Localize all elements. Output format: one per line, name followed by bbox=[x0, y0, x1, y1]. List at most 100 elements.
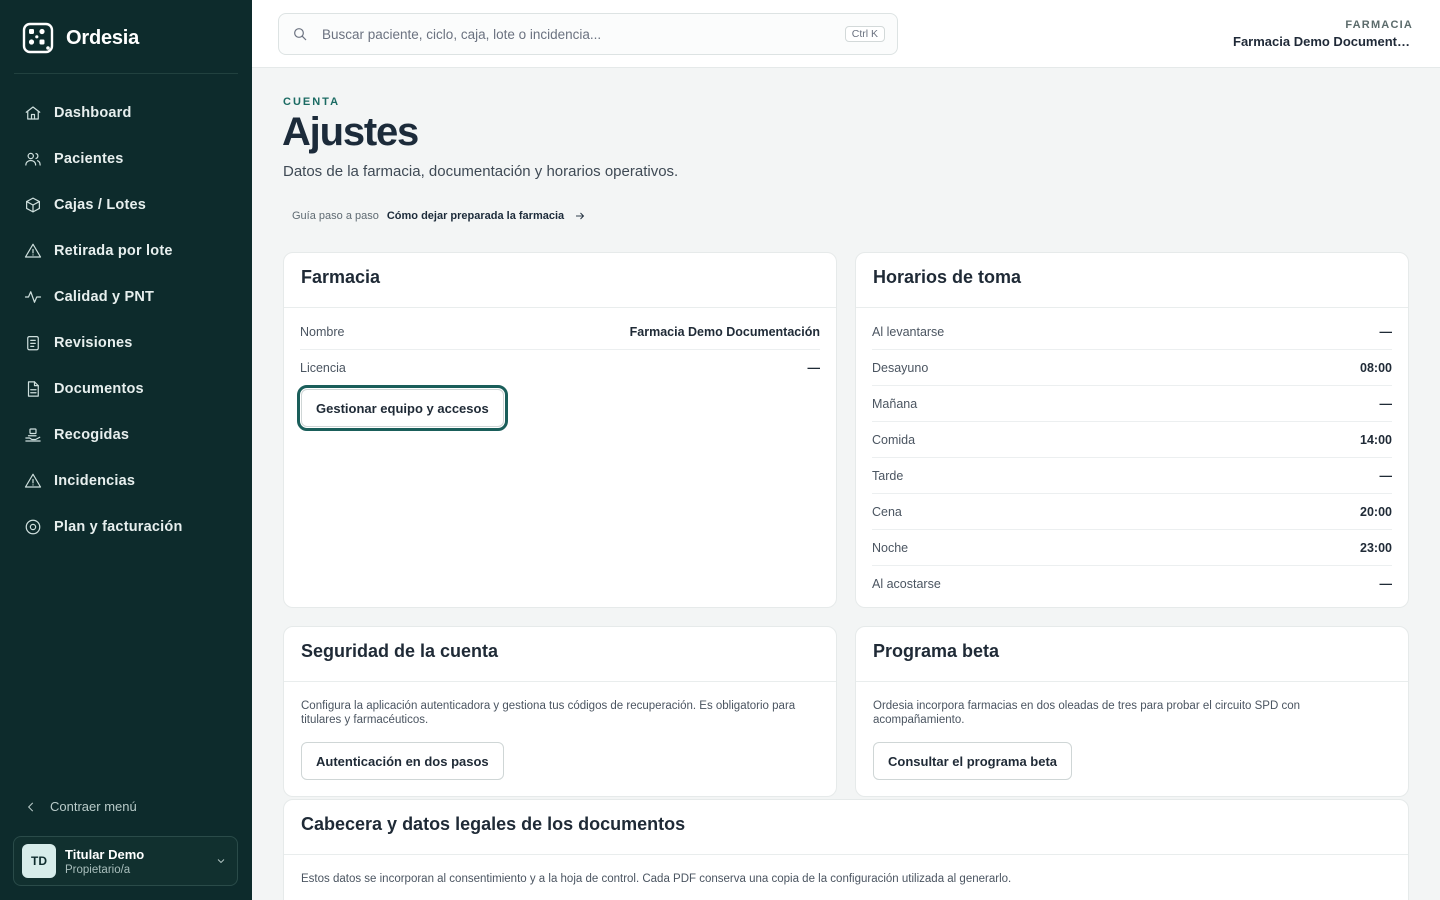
hand-package-icon bbox=[25, 428, 41, 442]
sidebar-item-label: Retirada por lote bbox=[54, 243, 173, 259]
schedule-value: 20:00 bbox=[1360, 504, 1392, 519]
sidebar-item-label: Pacientes bbox=[54, 151, 124, 167]
sidebar-item-label: Revisiones bbox=[54, 335, 133, 351]
schedule-label: Noche bbox=[872, 540, 909, 555]
detail-value: — bbox=[807, 361, 821, 375]
collapse-menu-label: Contraer menú bbox=[50, 799, 137, 814]
tenant-label: FARMACIA bbox=[1345, 19, 1413, 31]
sidebar-item-cajas-lotes[interactable]: Cajas / Lotes bbox=[14, 182, 238, 228]
warning-icon bbox=[24, 243, 42, 258]
card-header: Programa beta bbox=[856, 627, 1408, 682]
sidebar-nav: Dashboard Pacientes Cajas / Lotes Retira… bbox=[14, 90, 238, 550]
schedule-value: 08:00 bbox=[1360, 360, 1392, 375]
schedule-value: — bbox=[1379, 324, 1393, 339]
search-input[interactable]: Buscar paciente, ciclo, caja, lote o inc… bbox=[278, 13, 898, 55]
schedule-label: Al levantarse bbox=[872, 324, 945, 339]
guide-label: Guía paso a paso bbox=[292, 210, 379, 222]
arrow-right-icon[interactable] bbox=[574, 210, 586, 222]
settings-circle-icon bbox=[25, 519, 41, 535]
security-card: Seguridad de la cuenta Configura la apli… bbox=[283, 626, 837, 797]
sidebar-item-pacientes[interactable]: Pacientes bbox=[14, 136, 238, 182]
grid-pill-icon bbox=[22, 22, 54, 54]
farmacia-card: Farmacia Nombre Farmacia Demo Documentac… bbox=[283, 252, 837, 608]
sidebar-item-revisiones[interactable]: Revisiones bbox=[14, 320, 238, 366]
sidebar-item-label: Recogidas bbox=[54, 427, 130, 443]
schedule-row: Noche 23:00 bbox=[872, 530, 1392, 566]
card-header: Cabecera y datos legales de los document… bbox=[284, 800, 1408, 855]
card-header: Horarios de toma bbox=[856, 253, 1408, 308]
topbar: Buscar paciente, ciclo, caja, lote o inc… bbox=[252, 0, 1440, 68]
user-info: Titular Demo Propietario/a bbox=[65, 847, 144, 876]
card-description: Configura la aplicación autenticadora y … bbox=[301, 700, 796, 726]
schedule-row: Cena 20:00 bbox=[872, 494, 1392, 530]
avatar: TD bbox=[22, 844, 56, 878]
security-actions: Autenticación en dos pasos bbox=[284, 727, 836, 780]
tenant-switcher[interactable]: FARMACIA Farmacia Demo Documentación bbox=[1233, 19, 1413, 49]
card-description: Ordesia incorpora farmacias en dos olead… bbox=[873, 700, 1300, 726]
sidebar-item-label: Documentos bbox=[54, 381, 144, 397]
brand-name: Ordesia bbox=[66, 26, 140, 49]
home-icon bbox=[25, 106, 41, 120]
search-shortcut-badge: Ctrl K bbox=[844, 26, 885, 42]
farmacia-details: Nombre Farmacia Demo Documentación Licen… bbox=[284, 308, 836, 386]
tenant-name: Farmacia Demo Documentación bbox=[1233, 34, 1413, 49]
detail-row: Licencia — bbox=[300, 350, 820, 386]
card-description: Estos datos se incorporan al consentimie… bbox=[301, 873, 1012, 885]
user-menu[interactable]: TD Titular Demo Propietario/a bbox=[13, 836, 238, 886]
sidebar-item-documentos[interactable]: Documentos bbox=[14, 366, 238, 412]
sidebar-item-dashboard[interactable]: Dashboard bbox=[14, 90, 238, 136]
sidebar-item-plan-facturacion[interactable]: Plan y facturación bbox=[14, 504, 238, 550]
document-icon bbox=[27, 381, 39, 397]
schedule-label: Desayuno bbox=[872, 360, 929, 375]
beta-program-button[interactable]: Consultar el programa beta bbox=[873, 742, 1073, 780]
card-title: Horarios de toma bbox=[873, 267, 1022, 287]
card-title: Programa beta bbox=[873, 641, 1000, 661]
collapse-menu-button[interactable]: Contraer menú bbox=[24, 799, 137, 814]
two-factor-button[interactable]: Autenticación en dos pasos bbox=[301, 742, 504, 780]
sidebar-item-recogidas[interactable]: Recogidas bbox=[14, 412, 238, 458]
schedule-value: — bbox=[1379, 577, 1393, 591]
guide-link-row: Guía paso a paso Cómo dejar preparada la… bbox=[292, 210, 586, 222]
detail-row: Nombre Farmacia Demo Documentación bbox=[300, 314, 820, 350]
schedule-row: Mañana — bbox=[872, 386, 1392, 422]
chevron-left-icon bbox=[27, 802, 34, 811]
card-header: Farmacia bbox=[284, 253, 836, 308]
card-header: Seguridad de la cuenta bbox=[284, 627, 836, 682]
sidebar-item-label: Calidad y PNT bbox=[54, 289, 155, 305]
sidebar-item-label: Cajas / Lotes bbox=[54, 197, 147, 213]
brand[interactable]: Ordesia bbox=[22, 22, 139, 54]
sidebar-item-label: Plan y facturación bbox=[54, 519, 183, 535]
schedule-row: Desayuno 08:00 bbox=[872, 350, 1392, 386]
farmacia-actions: Gestionar equipo y accesos bbox=[284, 385, 836, 431]
horarios-card: Horarios de toma Al levantarse — Desayuno… bbox=[855, 252, 1409, 608]
sidebar-item-calidad-pnt[interactable]: Calidad y PNT bbox=[14, 274, 238, 320]
box-icon bbox=[26, 197, 40, 213]
sidebar-item-incidencias[interactable]: Incidencias bbox=[14, 458, 238, 504]
schedule-row: Comida 14:00 bbox=[872, 422, 1392, 458]
detail-label: Nombre bbox=[300, 324, 345, 339]
schedule-list: Al levantarse — Desayuno 08:00 Mañana — Com… bbox=[856, 308, 1408, 602]
page-title: Ajustes bbox=[282, 110, 419, 154]
schedule-row: Al acostarse — bbox=[872, 566, 1392, 602]
sidebar-item-label: Incidencias bbox=[54, 473, 136, 489]
schedule-value: 14:00 bbox=[1360, 432, 1392, 447]
clipboard-icon bbox=[27, 336, 39, 351]
user-role: Propietario/a bbox=[65, 863, 131, 876]
search-placeholder: Buscar paciente, ciclo, caja, lote o inc… bbox=[322, 26, 602, 42]
users-icon bbox=[25, 152, 41, 166]
card-title: Seguridad de la cuenta bbox=[301, 641, 499, 661]
card-title: Farmacia bbox=[301, 267, 381, 287]
manage-team-button[interactable]: Gestionar equipo y accesos bbox=[297, 385, 508, 431]
guide-link[interactable]: Cómo dejar preparada la farmacia bbox=[387, 210, 564, 222]
detail-value: Farmacia Demo Documentación bbox=[629, 324, 820, 339]
schedule-label: Cena bbox=[872, 504, 902, 519]
sidebar: Ordesia Dashboard Pacientes Cajas / Lote… bbox=[0, 0, 252, 900]
schedule-label: Mañana bbox=[872, 396, 918, 411]
schedule-label: Al acostarse bbox=[872, 577, 941, 591]
detail-label: Licencia bbox=[300, 361, 346, 375]
sidebar-item-retirada-por-lote[interactable]: Retirada por lote bbox=[14, 228, 238, 274]
schedule-row: Al levantarse — bbox=[872, 314, 1392, 350]
page-subtitle: Datos de la farmacia, documentación y ho… bbox=[283, 163, 679, 180]
beta-card: Programa beta Ordesia incorpora farmacia… bbox=[855, 626, 1409, 797]
schedule-value: — bbox=[1379, 396, 1393, 411]
